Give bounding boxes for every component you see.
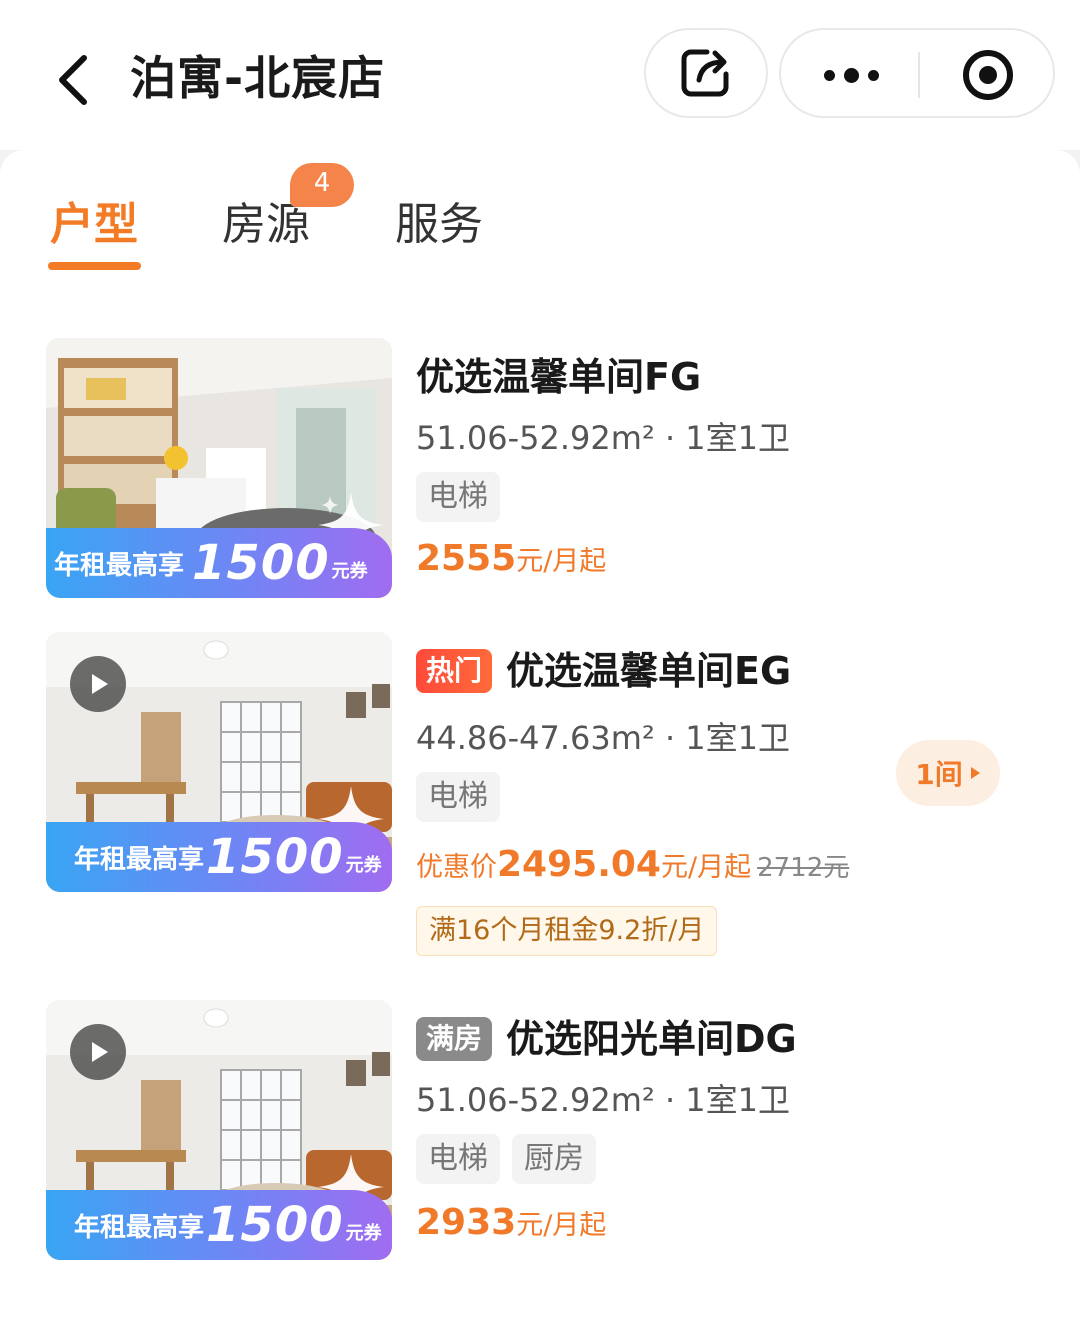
price-value: 2555 (416, 538, 517, 579)
unit-tag: 厨房 (512, 1134, 596, 1184)
promo-banner: 年租最高享 1500 元券 (46, 528, 392, 598)
promo-unit: 元券 (345, 855, 382, 876)
unit-name: 优选温馨单间FG (416, 355, 702, 399)
price-prefix: 优惠价 (416, 852, 497, 883)
chevron-right-icon (970, 767, 980, 779)
unit-photo[interactable]: 年租最高享 1500 元券 (46, 1000, 392, 1260)
more-dots-icon[interactable] (811, 50, 891, 100)
price-value: 2495.04 (497, 844, 661, 885)
promo-amount: 1500 (192, 535, 330, 591)
play-button[interactable] (70, 1024, 126, 1080)
promo-amount: 1500 (206, 829, 344, 885)
back-arrow-icon (59, 55, 87, 105)
promo-text: 年租最高享 (54, 550, 185, 581)
play-icon (92, 1042, 108, 1062)
discount-tag: 满16个月租金9.2折/月 (416, 906, 718, 956)
promo-banner: 年租最高享 1500 元券 (46, 1190, 392, 1260)
unit-spec: 44.86-47.63m² · 1室1卫 (416, 719, 791, 757)
unit-price: 2555元/月起 (416, 534, 606, 590)
play-icon (92, 674, 108, 694)
unit-name: 优选温馨单间EG (506, 649, 792, 693)
price-value: 2933 (416, 1202, 517, 1243)
play-button[interactable] (70, 656, 126, 712)
hot-flag: 热门 (416, 649, 493, 693)
tab-bar: 户型 房源 4 服务 (0, 150, 1080, 300)
unit-tags: 电梯 (416, 472, 500, 522)
capsule-divider (918, 52, 920, 98)
price-unit: 元/月起 (660, 852, 752, 883)
rooms-available-label: 1间 (915, 758, 963, 791)
unit-card[interactable]: 年租最高享 1500 元券 满房 优选阳光单间DG 51.06-52.92m² … (46, 1000, 1056, 1262)
unit-tag: 电梯 (416, 772, 500, 822)
tab-listings-badge: 4 (290, 163, 354, 207)
unit-name: 优选阳光单间DG (506, 1017, 797, 1061)
promo-unit: 元券 (331, 561, 368, 582)
promo-banner: 年租最高享 1500 元券 (46, 822, 392, 892)
unit-card[interactable]: 年租最高享 1500 元券 优选温馨单间FG 51.06-52.92m² · 1… (46, 338, 1056, 600)
unit-card[interactable]: 年租最高享 1500 元券 热门 优选温馨单间EG 44.86-47.63m² … (46, 632, 1056, 956)
promo-amount: 1500 (206, 1197, 344, 1253)
unit-price: 2933元/月起 (416, 1198, 606, 1254)
tab-services[interactable]: 服务 (395, 195, 483, 255)
share-button[interactable] (644, 28, 768, 118)
promo-unit: 元券 (345, 1223, 382, 1244)
promo-text: 年租最高享 (74, 844, 205, 875)
unit-name-row: 热门 优选温馨单间EG (416, 646, 791, 696)
unit-tag: 电梯 (416, 1134, 500, 1184)
price-original: 2712元 (757, 853, 850, 883)
price-unit: 元/月起 (516, 546, 607, 577)
unit-spec: 51.06-52.92m² · 1室1卫 (416, 1081, 791, 1119)
unit-tag: 电梯 (416, 472, 500, 522)
unit-spec: 51.06-52.92m² · 1室1卫 (416, 419, 791, 457)
unit-photo[interactable]: 年租最高享 1500 元券 (46, 632, 392, 892)
unit-name-row: 优选温馨单间FG (416, 352, 701, 402)
page-title: 泊寓-北宸店 (130, 51, 386, 105)
unit-photo[interactable]: 年租最高享 1500 元券 (46, 338, 392, 598)
tab-active-indicator (48, 262, 141, 270)
rooms-available-button[interactable]: 1间 (896, 740, 1000, 806)
full-flag: 满房 (416, 1017, 493, 1061)
mini-program-capsule (779, 28, 1055, 118)
top-bar: 泊寓-北宸店 (0, 0, 1080, 150)
unit-tags: 电梯 (416, 772, 500, 822)
promo-text: 年租最高享 (74, 1212, 205, 1243)
price-unit: 元/月起 (516, 1210, 607, 1241)
back-button[interactable] (50, 50, 100, 110)
tab-unit-type[interactable]: 户型 (50, 195, 138, 255)
unit-name-row: 满房 优选阳光单间DG (416, 1014, 797, 1064)
unit-price: 优惠价2495.04元/月起 2712元 (416, 840, 849, 896)
share-icon (681, 49, 729, 97)
target-icon[interactable] (961, 48, 1015, 102)
unit-tags: 电梯 厨房 (416, 1134, 596, 1184)
